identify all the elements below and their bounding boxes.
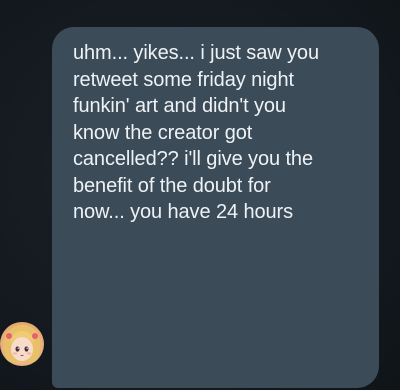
message-line: now... you have 24 hours [73, 201, 293, 223]
message-line: funkin' art and didn't you [73, 95, 286, 117]
sender-avatar[interactable] [0, 322, 44, 366]
message-line: uhm... yikes... i just saw you [73, 42, 319, 64]
message-line: know the creator got [73, 121, 253, 144]
message-bubble[interactable]: uhm... yikes... i just saw you retweet s… [52, 27, 379, 388]
chat-area: uhm... yikes... i just saw you retweet s… [0, 0, 400, 390]
message-line: cancelled?? i'll give you the [73, 148, 313, 170]
message-line: retweet some friday night [73, 68, 294, 91]
message-text: uhm... yikes... i just saw you retweet s… [73, 40, 367, 226]
message-line: benefit of the doubt for [73, 174, 271, 197]
anime-character-avatar-icon [3, 325, 41, 362]
